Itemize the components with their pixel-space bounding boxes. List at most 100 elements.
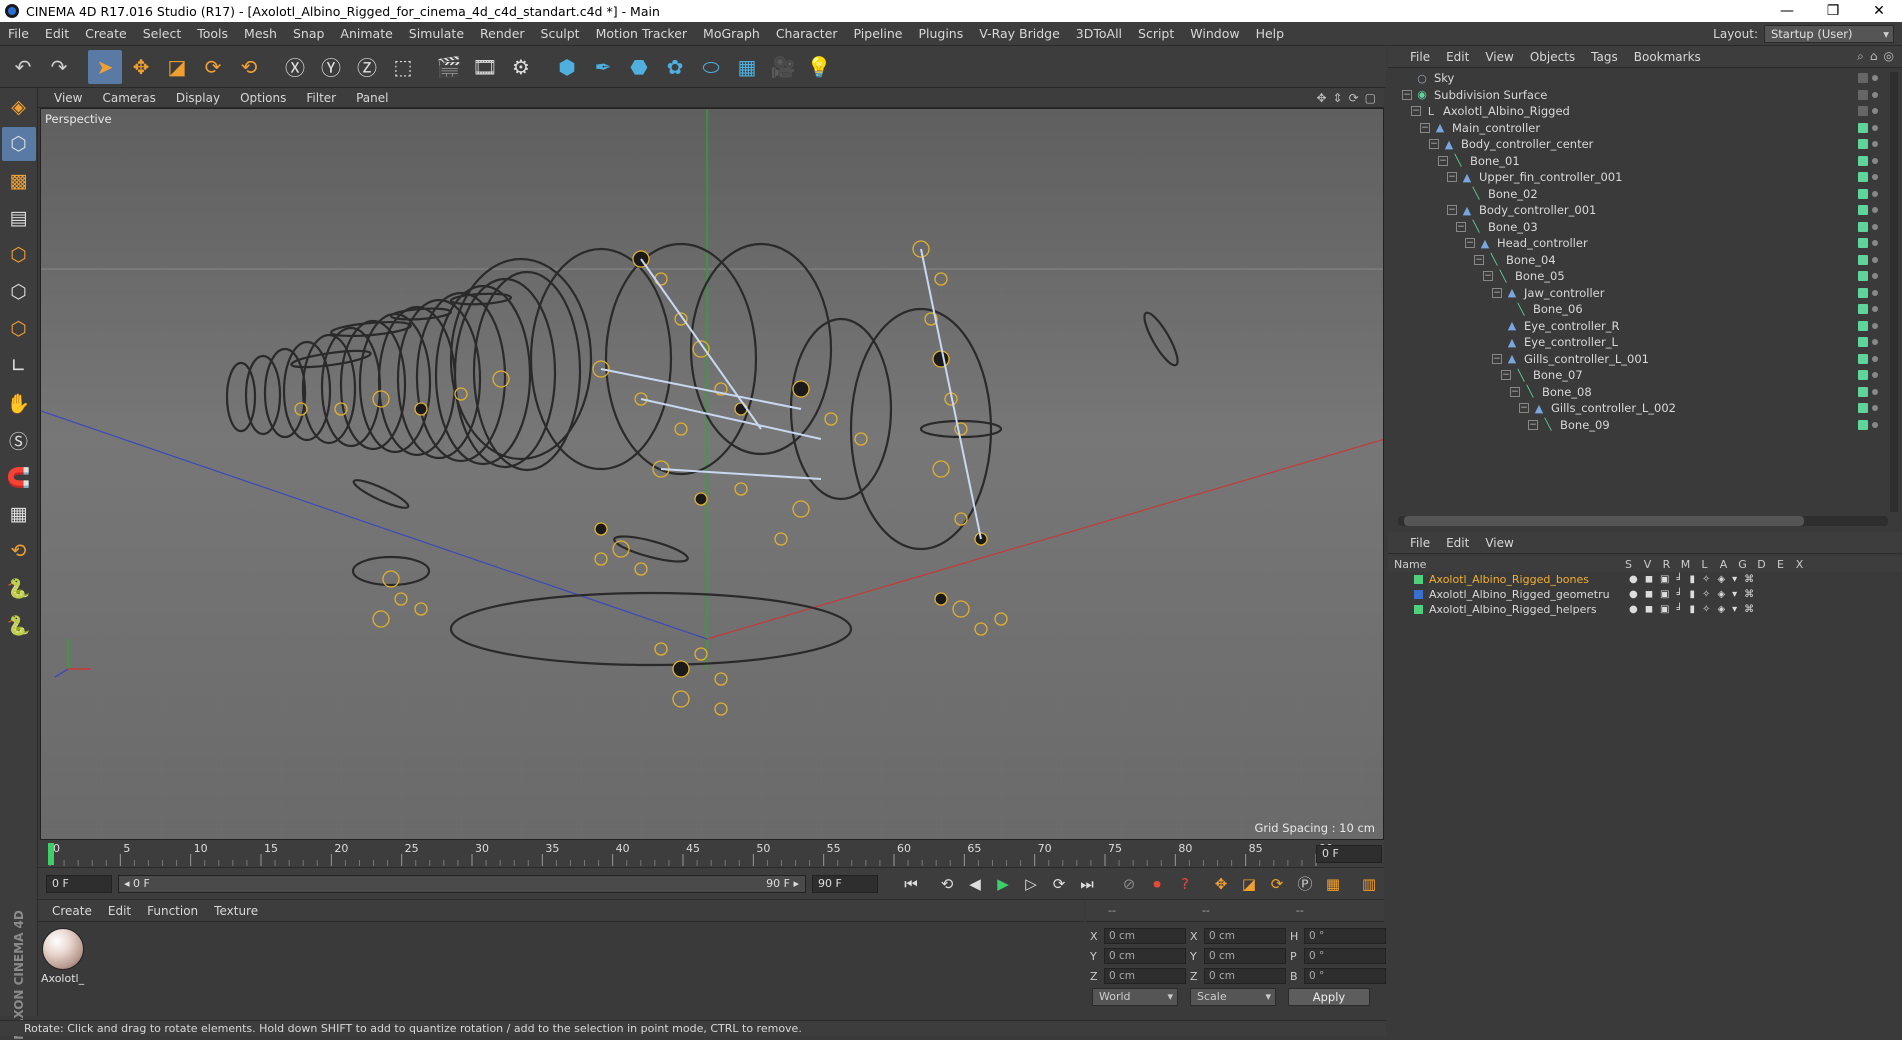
- render-dot-icon[interactable]: [1872, 157, 1878, 164]
- go-to-start-icon[interactable]: ⏮: [898, 871, 924, 897]
- collapse-toggle-icon[interactable]: −: [1420, 122, 1430, 133]
- key-parameter-icon[interactable]: Ⓟ: [1292, 871, 1318, 897]
- layer-column-name[interactable]: Name: [1394, 558, 1619, 571]
- layer-toggle-icon[interactable]: ▾: [1732, 604, 1737, 615]
- coord-value-field[interactable]: 0 cm: [1204, 968, 1286, 984]
- cube-icon[interactable]: ⬢: [550, 50, 584, 84]
- render-dot-icon[interactable]: [1872, 289, 1878, 296]
- menu-tools[interactable]: Tools: [189, 26, 236, 41]
- render-dot-icon[interactable]: [1872, 322, 1878, 329]
- menu-window[interactable]: Window: [1182, 26, 1247, 41]
- collapse-toggle-icon[interactable]: −: [1411, 106, 1421, 116]
- rig-joint[interactable]: [594, 522, 608, 536]
- menu-render[interactable]: Render: [472, 26, 533, 41]
- object-menu-objects[interactable]: Objects: [1522, 50, 1583, 64]
- coordinate-space-dropdown[interactable]: World: [1092, 988, 1178, 1006]
- python-icon[interactable]: 🐍: [2, 571, 36, 605]
- layer-color-swatch[interactable]: [1414, 590, 1423, 599]
- menu-pipeline[interactable]: Pipeline: [846, 26, 911, 41]
- x-axis-icon[interactable]: Ⓧ: [278, 50, 312, 84]
- workplane-icon[interactable]: ▦: [2, 497, 36, 531]
- key-pla-icon[interactable]: ▦: [1320, 871, 1346, 897]
- rig-joint[interactable]: [792, 380, 810, 398]
- layer-toggle-icon[interactable]: ▾: [1732, 589, 1737, 600]
- layer-tag-icon[interactable]: [1858, 320, 1868, 331]
- rig-joint[interactable]: [934, 592, 948, 606]
- coordinate-system-icon[interactable]: ⬚: [386, 50, 420, 84]
- object-row-bone-09[interactable]: − ╲ Bone_09: [1388, 415, 1888, 435]
- visibility-tag-icon[interactable]: [1858, 89, 1868, 100]
- current-frame-field[interactable]: 0 F: [1316, 845, 1382, 863]
- menu-character[interactable]: Character: [768, 26, 846, 41]
- viewport-menu-panel[interactable]: Panel: [346, 91, 398, 105]
- layer-menu-edit[interactable]: Edit: [1438, 536, 1477, 550]
- layer-menu-view[interactable]: View: [1477, 536, 1521, 550]
- collapse-toggle-icon[interactable]: −: [1447, 172, 1457, 182]
- rig-joint[interactable]: [672, 660, 690, 678]
- layer-column-g[interactable]: G: [1733, 558, 1752, 571]
- layer-tag-icon[interactable]: [1858, 353, 1868, 364]
- render-dot-icon[interactable]: [1872, 306, 1878, 312]
- collapse-toggle-icon[interactable]: −: [1492, 287, 1502, 298]
- coord-value-field[interactable]: 0 cm: [1204, 948, 1286, 964]
- layer-toggle-icon[interactable]: ▣: [1660, 574, 1669, 585]
- coord-value-field[interactable]: 0 °: [1304, 928, 1386, 944]
- key-position-icon[interactable]: ✥: [1208, 871, 1234, 897]
- bookmark-icon[interactable]: ◎: [1884, 49, 1894, 64]
- python-2-icon[interactable]: 🐍: [2, 608, 36, 642]
- search-icon[interactable]: ⌕: [1857, 49, 1864, 64]
- maximize-view-icon[interactable]: ▢: [1365, 91, 1376, 105]
- layer-tag-icon[interactable]: [1858, 419, 1868, 430]
- record-icon[interactable]: ⏺: [1144, 871, 1170, 897]
- layer-tag-icon[interactable]: [1858, 337, 1868, 347]
- subdivision-icon[interactable]: ⬣: [622, 50, 656, 84]
- layer-tag-icon[interactable]: [1858, 403, 1868, 413]
- apply-button[interactable]: Apply: [1288, 988, 1370, 1006]
- layer-row-axolotl-albino-rigged-geometru[interactable]: Axolotl_Albino_Rigged_geometru ● ◼ ▣ ╛ ▮ ✧ ◈ ▾ ⌘: [1388, 587, 1902, 602]
- render-dot-icon[interactable]: [1872, 223, 1878, 230]
- menu-script[interactable]: Script: [1130, 26, 1182, 41]
- viewport-menu-options[interactable]: Options: [230, 91, 296, 105]
- layer-tag-icon[interactable]: [1858, 254, 1868, 265]
- menu-plugins[interactable]: Plugins: [910, 26, 971, 41]
- collapse-toggle-icon[interactable]: −: [1402, 89, 1412, 100]
- layer-toggle-icon[interactable]: ✧: [1702, 574, 1710, 585]
- layer-tag-icon[interactable]: [1858, 238, 1868, 248]
- menu-motion-tracker[interactable]: Motion Tracker: [588, 26, 695, 41]
- layer-toggle-icon[interactable]: ╛: [1677, 574, 1683, 585]
- coord-value-field[interactable]: 0 cm: [1104, 948, 1186, 964]
- rotate-icon[interactable]: ⟳: [196, 50, 230, 84]
- render-dot-icon[interactable]: [1872, 273, 1878, 279]
- layer-column-m[interactable]: M: [1676, 558, 1695, 571]
- previous-frame-icon[interactable]: ◀: [962, 871, 988, 897]
- coord-value-field[interactable]: 0 °: [1304, 968, 1386, 984]
- layer-toggle-icon[interactable]: ⌘: [1744, 589, 1754, 600]
- render-picture-viewer-icon[interactable]: 🎞: [468, 50, 502, 84]
- render-dot-icon[interactable]: [1872, 75, 1878, 81]
- layer-column-d[interactable]: D: [1752, 558, 1771, 571]
- model-mode-icon[interactable]: ⬡: [1, 127, 36, 161]
- floor-icon[interactable]: ▦: [730, 50, 764, 84]
- minimize-button[interactable]: —: [1764, 3, 1810, 19]
- layer-column-x[interactable]: X: [1790, 558, 1809, 571]
- viewport-menu-cameras[interactable]: Cameras: [92, 91, 165, 105]
- coord-value-field[interactable]: 0 cm: [1104, 968, 1186, 984]
- collapse-toggle-icon[interactable]: −: [1447, 205, 1457, 215]
- axis-mode-icon[interactable]: ∟: [2, 349, 36, 383]
- layer-tag-icon[interactable]: [1858, 122, 1868, 133]
- layer-menu-file[interactable]: File: [1402, 536, 1438, 550]
- object-tree-horizontal-scrollbar[interactable]: [1398, 516, 1888, 526]
- menu-simulate[interactable]: Simulate: [401, 26, 472, 41]
- workplane-mode-icon[interactable]: ▤: [2, 201, 36, 235]
- frame-range-slider[interactable]: ◂ 0 F 90 F ▸: [118, 874, 806, 893]
- material-menu-edit[interactable]: Edit: [100, 904, 139, 918]
- layer-column-s[interactable]: S: [1619, 558, 1638, 571]
- pen-spline-icon[interactable]: ✒: [586, 50, 620, 84]
- layer-toggle-icon[interactable]: ▣: [1660, 604, 1669, 615]
- polygons-mode-icon[interactable]: ⬡: [2, 312, 36, 346]
- array-icon[interactable]: ✿: [658, 50, 692, 84]
- layer-row-axolotl-albino-rigged-helpers[interactable]: Axolotl_Albino_Rigged_helpers ● ◼ ▣ ╛ ▮ ✧ ◈ ▾ ⌘: [1388, 602, 1902, 617]
- object-menu-view[interactable]: View: [1477, 50, 1521, 64]
- material-menu-create[interactable]: Create: [44, 904, 100, 918]
- viewport-menu-view[interactable]: View: [44, 91, 92, 105]
